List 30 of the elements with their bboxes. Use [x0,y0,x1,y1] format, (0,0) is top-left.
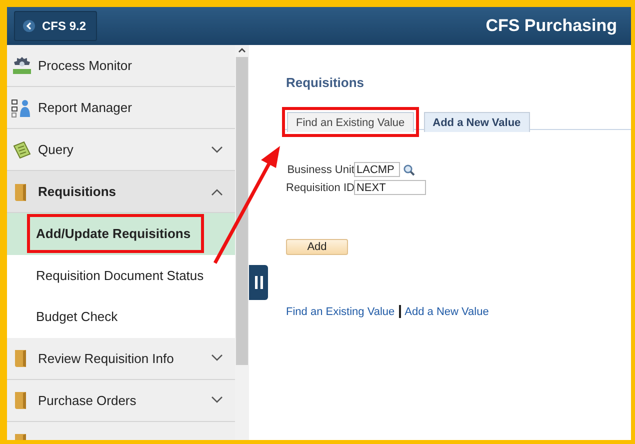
chevron-icon[interactable] [211,188,223,196]
scrollbar[interactable] [235,45,249,440]
chevron-icon[interactable] [211,396,223,404]
nav-subitem[interactable]: Add/Update Requisitions [7,213,235,254]
tab[interactable]: Find an Existing Value [287,112,414,132]
input-field[interactable]: LACMP [354,162,400,177]
document-icon [11,140,33,160]
checklist-person-icon [11,98,33,118]
add-button[interactable]: Add [286,239,348,255]
tab[interactable]: Add a New Value [424,112,530,132]
back-button[interactable]: CFS 9.2 [14,11,98,41]
field-label: Business Unit [286,164,354,176]
input-field[interactable]: NEXT [354,180,426,195]
search-icon[interactable] [403,164,416,176]
section-title: Requisitions [286,75,366,90]
nav-item[interactable]: Requisitions [7,171,235,213]
pause-button[interactable] [249,265,268,300]
link[interactable]: Find an Existing Value [286,306,395,318]
field-label: Requisition ID [286,182,354,194]
chevron-icon[interactable] [211,354,223,362]
page-title: CFS Purchasing [486,16,617,36]
gear-icon [11,56,33,76]
back-icon [23,20,35,32]
pause-icon [254,276,262,289]
nav-item[interactable]: Review Requisition Info [7,338,235,380]
chevron-icon[interactable] [211,146,223,154]
nav-subitem[interactable]: Requisition Document Status [7,254,235,296]
nav-item[interactable]: Purchase Orders [7,380,235,422]
link[interactable]: Add a New Value [404,306,489,318]
nav-subitem[interactable]: Budget Check [7,296,235,338]
